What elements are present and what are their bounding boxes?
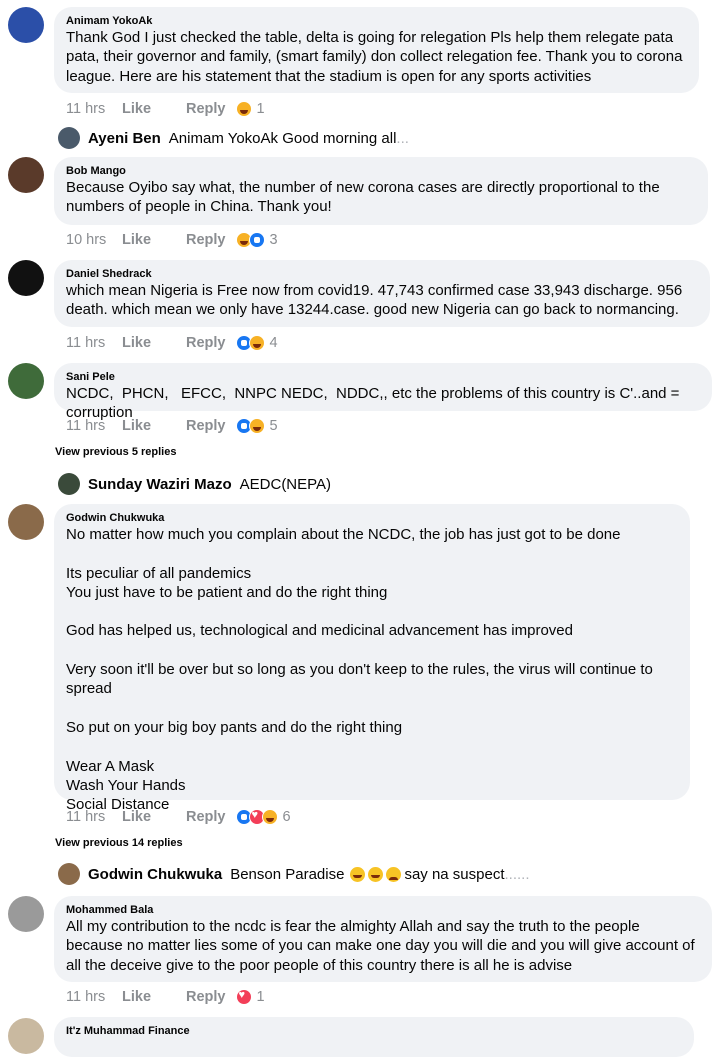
reply-button[interactable]: Reply <box>186 989 226 1005</box>
comment-author[interactable]: Bob Mango <box>66 164 696 178</box>
haha-reaction-icon[interactable] <box>235 101 252 117</box>
reply-author[interactable]: Sunday Waziri Mazo <box>88 476 232 493</box>
comment-bubble: Mohammed Bala All my contribution to the… <box>54 896 712 982</box>
like-button[interactable]: Like <box>122 809 186 825</box>
comment-author[interactable]: Sani Pele <box>66 370 700 384</box>
comment-bubble: Godwin Chukwuka No matter how much you c… <box>54 504 690 813</box>
reaction-count[interactable]: 1 <box>257 989 265 1005</box>
comment-author[interactable]: Daniel Shedrack <box>66 267 698 281</box>
avatar[interactable] <box>8 363 44 399</box>
timestamp[interactable]: 10 hrs <box>66 232 122 248</box>
reply-preview[interactable]: Sunday Waziri Mazo AEDC(NEPA) <box>58 472 331 496</box>
grinning-emoji-icon <box>368 866 384 882</box>
comment-author[interactable]: It'z Muhammad Finance <box>66 1024 682 1038</box>
comment-actions: 11 hrs Like Reply 1 <box>66 99 265 119</box>
reply-preview[interactable]: Godwin Chukwuka Benson Paradise say na s… <box>58 862 530 886</box>
timestamp[interactable]: 11 hrs <box>66 418 122 434</box>
comment-author[interactable]: Mohammed Bala <box>66 903 700 917</box>
like-button[interactable]: Like <box>122 232 186 248</box>
view-previous-replies[interactable]: View previous 14 replies <box>55 837 183 849</box>
grinning-emoji-icon <box>350 866 366 882</box>
comment-author[interactable]: Godwin Chukwuka <box>66 511 678 525</box>
love-reaction-icon[interactable] <box>235 989 252 1005</box>
haha-reaction-icon[interactable] <box>248 418 265 434</box>
haha-reaction-icon[interactable] <box>248 335 265 351</box>
reply-button[interactable]: Reply <box>186 335 226 351</box>
timestamp[interactable]: 11 hrs <box>66 989 122 1005</box>
reply-author[interactable]: Ayeni Ben <box>88 130 161 147</box>
comment-text: Thank God I just checked the table, delt… <box>66 29 687 85</box>
avatar[interactable] <box>58 863 80 885</box>
reply-ellipsis: ...... <box>504 865 530 883</box>
comment-actions: 10 hrs Like Reply 3 <box>66 230 278 250</box>
sad-emoji-icon <box>386 866 402 882</box>
timestamp[interactable]: 11 hrs <box>66 809 122 825</box>
reply-button[interactable]: Reply <box>186 418 226 434</box>
comment-actions: 11 hrs Like Reply 4 <box>66 333 278 353</box>
reply-text: Animam YokoAk Good morning all <box>168 129 397 147</box>
reply-text: Benson Paradise <box>230 865 345 883</box>
view-previous-replies[interactable]: View previous 5 replies <box>55 446 176 458</box>
comment-bubble: Animam YokoAk Thank God I just checked t… <box>54 7 699 93</box>
reply-button[interactable]: Reply <box>186 809 226 825</box>
reply-ellipsis: ... <box>396 129 409 147</box>
comment-text: which mean Nigeria is Free now from covi… <box>66 282 687 319</box>
like-button[interactable]: Like <box>122 418 186 434</box>
timestamp[interactable]: 11 hrs <box>66 101 122 117</box>
comment-bubble: It'z Muhammad Finance <box>54 1017 694 1057</box>
reply-text: AEDC(NEPA) <box>239 475 332 493</box>
comment-text: No matter how much you complain about th… <box>66 526 653 814</box>
avatar[interactable] <box>8 7 44 43</box>
reaction-count[interactable]: 1 <box>257 101 265 117</box>
comment-actions: 11 hrs Like Reply 5 <box>66 416 278 436</box>
avatar[interactable] <box>8 504 44 540</box>
reaction-count[interactable]: 5 <box>270 418 278 434</box>
reaction-count[interactable]: 3 <box>270 232 278 248</box>
haha-reaction-icon[interactable] <box>261 809 278 825</box>
avatar[interactable] <box>8 1018 44 1054</box>
comment-text: Because Oyibo say what, the number of ne… <box>66 179 664 216</box>
like-button[interactable]: Like <box>122 101 186 117</box>
comment-text: All my contribution to the ncdc is fear … <box>66 918 699 974</box>
reply-button[interactable]: Reply <box>186 232 226 248</box>
reply-text-continued: say na suspect <box>404 865 505 883</box>
avatar[interactable] <box>8 896 44 932</box>
reply-button[interactable]: Reply <box>186 101 226 117</box>
like-reaction-icon[interactable] <box>248 232 265 248</box>
comment-author[interactable]: Animam YokoAk <box>66 14 687 28</box>
timestamp[interactable]: 11 hrs <box>66 335 122 351</box>
comment-bubble: Bob Mango Because Oyibo say what, the nu… <box>54 157 708 225</box>
reply-preview[interactable]: Ayeni Ben Animam YokoAk Good morning all… <box>58 126 409 150</box>
like-button[interactable]: Like <box>122 335 186 351</box>
avatar[interactable] <box>8 260 44 296</box>
reaction-count[interactable]: 4 <box>270 335 278 351</box>
comment-actions: 11 hrs Like Reply 6 <box>66 807 291 827</box>
comment-actions: 11 hrs Like Reply 1 <box>66 987 265 1007</box>
avatar[interactable] <box>58 473 80 495</box>
reply-author[interactable]: Godwin Chukwuka <box>88 866 222 883</box>
like-button[interactable]: Like <box>122 989 186 1005</box>
avatar[interactable] <box>58 127 80 149</box>
comment-bubble: Daniel Shedrack which mean Nigeria is Fr… <box>54 260 710 327</box>
comment-bubble: Sani Pele NCDC, PHCN, EFCC, NNPC NEDC, N… <box>54 363 712 421</box>
reaction-count[interactable]: 6 <box>283 809 291 825</box>
avatar[interactable] <box>8 157 44 193</box>
